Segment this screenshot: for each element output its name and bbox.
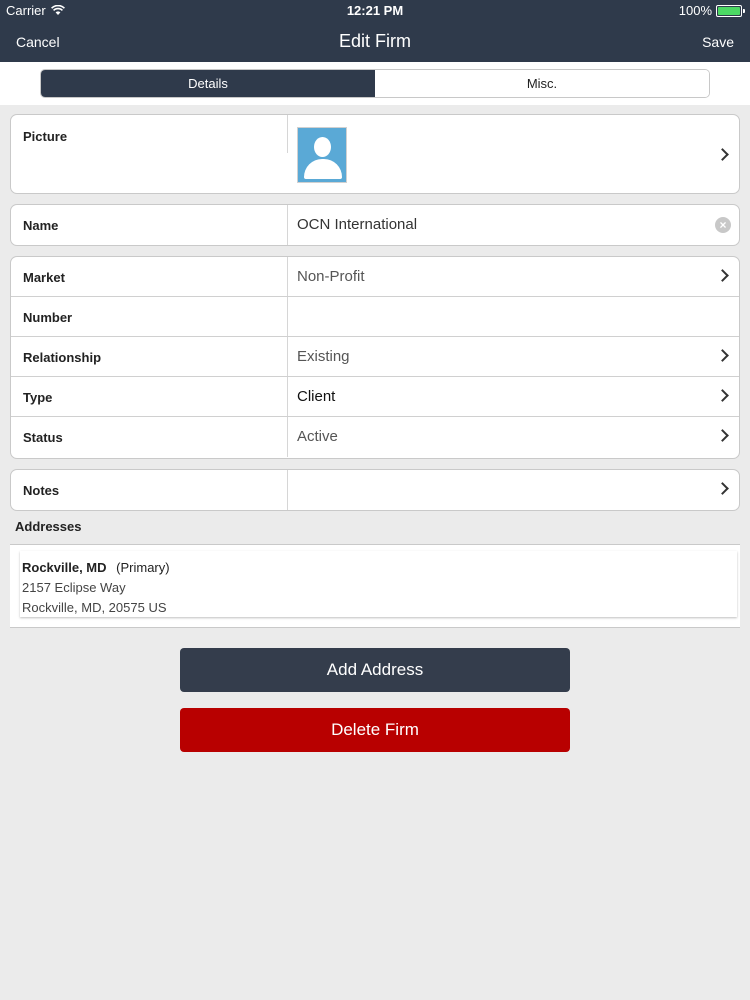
- tab-control: Details Misc.: [40, 69, 710, 98]
- notes-card[interactable]: Notes: [10, 469, 740, 511]
- name-divider: [287, 205, 288, 245]
- notes-row[interactable]: Notes: [11, 470, 739, 510]
- number-row[interactable]: Number: [11, 297, 739, 337]
- status-row[interactable]: Status Active: [11, 417, 739, 457]
- market-label: Market: [23, 270, 65, 285]
- picture-label: Picture: [23, 129, 68, 144]
- chevron-right-icon: [716, 148, 729, 161]
- market-row[interactable]: Market Non-Profit: [11, 257, 739, 297]
- notes-divider: [287, 470, 288, 510]
- relationship-row[interactable]: Relationship Existing: [11, 337, 739, 377]
- number-label: Number: [23, 310, 73, 325]
- status-value: Active: [297, 428, 338, 445]
- relationship-divider: [287, 337, 288, 376]
- picture-row[interactable]: Picture: [11, 115, 739, 193]
- chevron-right-icon: [716, 389, 729, 402]
- clock: 12:21 PM: [346, 3, 404, 18]
- chevron-right-icon: [716, 482, 729, 495]
- notes-label: Notes: [23, 483, 60, 498]
- address-city-line: Rockville, MD, 20575 US: [22, 600, 167, 615]
- address-primary-tag: (Primary): [116, 560, 170, 575]
- name-input[interactable]: OCN International: [297, 216, 417, 233]
- avatar-placeholder-icon[interactable]: [297, 127, 347, 183]
- page-title: Edit Firm: [339, 31, 411, 51]
- fields-card: Market Non-Profit Number Relationship Ex…: [10, 256, 740, 459]
- name-label: Name: [23, 218, 59, 233]
- market-value: Non-Profit: [297, 268, 365, 285]
- battery-icon: [716, 4, 745, 17]
- relationship-label: Relationship: [23, 350, 102, 365]
- delete-firm-button[interactable]: Delete Firm: [180, 708, 570, 752]
- type-divider: [287, 377, 288, 416]
- market-divider: [287, 257, 288, 296]
- name-row: Name OCN International ×: [11, 205, 739, 245]
- chevron-right-icon: [716, 429, 729, 442]
- chevron-right-icon: [716, 269, 729, 282]
- status-label: Status: [23, 430, 63, 445]
- tab-details[interactable]: Details: [41, 70, 375, 97]
- address-title: Rockville, MD (Primary): [22, 560, 170, 575]
- address-list: Rockville, MD (Primary) 2157 Eclipse Way…: [10, 544, 740, 628]
- chevron-right-icon: [716, 349, 729, 362]
- relationship-value: Existing: [297, 348, 350, 365]
- status-divider: [287, 417, 288, 457]
- clear-icon[interactable]: ×: [715, 217, 731, 233]
- nav-bar: Cancel Edit Firm Save: [0, 20, 750, 62]
- address-item[interactable]: Rockville, MD (Primary) 2157 Eclipse Way…: [20, 551, 737, 617]
- address-street: 2157 Eclipse Way: [22, 580, 126, 595]
- add-address-button[interactable]: Add Address: [180, 648, 570, 692]
- type-value: Client: [297, 388, 336, 405]
- battery-percent: 100%: [678, 3, 712, 18]
- save-button[interactable]: Save: [702, 34, 734, 50]
- address-city: Rockville, MD: [22, 560, 107, 575]
- addresses-header: Addresses: [15, 519, 82, 534]
- name-card: Name OCN International ×: [10, 204, 740, 246]
- number-divider: [287, 297, 288, 336]
- segment-area: Details Misc.: [0, 62, 750, 105]
- type-label: Type: [23, 390, 53, 405]
- status-bar: Carrier 12:21 PM 100%: [0, 0, 750, 20]
- tab-misc[interactable]: Misc.: [375, 70, 709, 97]
- battery-indicator: 100%: [678, 3, 745, 18]
- picture-divider: [287, 115, 288, 153]
- picture-card[interactable]: Picture: [10, 114, 740, 194]
- type-row[interactable]: Type Client: [11, 377, 739, 417]
